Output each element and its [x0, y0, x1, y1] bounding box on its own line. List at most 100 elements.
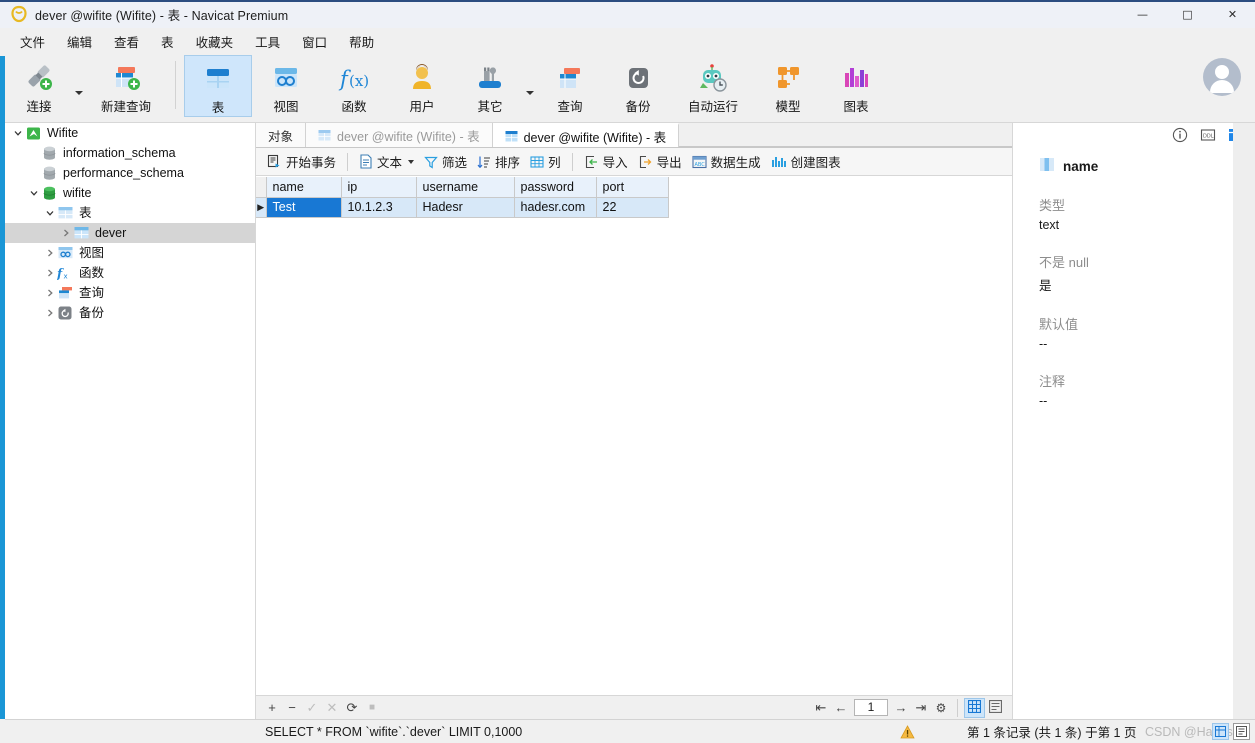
chevron-right-icon[interactable] [43, 266, 57, 280]
toolbar-button-chart[interactable]: 图表 [822, 55, 890, 117]
property-field: 默认值 -- [1039, 314, 1255, 351]
menu-window[interactable]: 窗口 [291, 28, 338, 55]
tree-item-label: information_schema [63, 146, 176, 160]
text-dropdown-caret-icon[interactable] [408, 159, 415, 164]
table-cell[interactable]: 22 [596, 197, 669, 218]
tree-item-node9[interactable]: 备份 [5, 303, 255, 323]
tree-item-information_schema[interactable]: information_schema [5, 143, 255, 163]
menu-view[interactable]: 查看 [103, 28, 150, 55]
column-header[interactable]: password [514, 177, 597, 198]
tree-item-dever[interactable]: dever [5, 223, 255, 243]
chevron-down-icon[interactable] [27, 186, 41, 200]
grid-footer: + − ✓ ✕ ⟳ ■ ⇤ ← 1 → ⇥ ⚙ [256, 695, 1012, 719]
chevron-right-icon[interactable] [43, 306, 57, 320]
others-dropdown-caret-icon[interactable] [524, 55, 536, 117]
warning-icon[interactable] [900, 724, 915, 739]
begin-transaction-button[interactable]: 开始事务 [262, 149, 341, 174]
table-cell[interactable]: Hadesr [416, 197, 515, 218]
grid-toolbar-label: 创建图表 [790, 156, 841, 170]
menu-file[interactable]: 文件 [9, 28, 56, 55]
menu-table[interactable]: 表 [150, 28, 185, 55]
tab-table-active[interactable]: dever @wifite (Wifite) - 表 [492, 123, 680, 147]
next-page-button[interactable]: → [891, 698, 911, 718]
sort-icon [477, 155, 491, 169]
column-header[interactable]: port [596, 177, 669, 198]
tree-item-node7[interactable]: f x 函数 [5, 263, 255, 283]
menu-help[interactable]: 帮助 [338, 28, 385, 55]
tree-twisty-empty [27, 146, 41, 160]
export-button[interactable]: 导出 [633, 149, 687, 174]
chevron-right-icon[interactable] [43, 286, 57, 300]
stop-button[interactable]: ■ [362, 698, 382, 718]
data-generation-button[interactable]: ABC 数据生成 [687, 149, 766, 174]
toolbar-button-query[interactable]: 查询 [536, 55, 604, 117]
chevron-right-icon[interactable] [59, 226, 73, 240]
sort-button[interactable]: 排序 [472, 149, 525, 174]
grid-view-toggle[interactable] [964, 697, 985, 718]
tab-objects[interactable]: 对象 [256, 123, 307, 147]
text-button[interactable]: 文本 [354, 149, 419, 174]
chevron-down-icon[interactable] [11, 126, 25, 140]
last-page-button[interactable]: ⇥ [911, 698, 931, 718]
chevron-right-icon[interactable] [43, 246, 57, 260]
tab-table-inactive[interactable]: dever @wifite (Wifite) - 表 [306, 123, 493, 147]
tree-item-Wifite[interactable]: Wifite [5, 123, 255, 143]
filter-button[interactable]: 筛选 [419, 149, 472, 174]
object-tree-sidebar[interactable]: Wifite information_schema performance_sche… [5, 123, 255, 719]
toolbar-button-table[interactable]: 表 [184, 55, 252, 117]
columns-button[interactable]: 列 [525, 149, 566, 174]
page-number-input[interactable]: 1 [854, 699, 888, 716]
data-grid[interactable]: name ip username password port ▶ Test 10.1.2.3… [256, 177, 1012, 695]
toolbar-label: 模型 [775, 100, 801, 114]
toolbar-button-backup[interactable]: 备份 [604, 55, 672, 117]
filter-icon [424, 155, 438, 169]
grid-settings-button[interactable]: ⚙ [931, 698, 951, 718]
main-toolbar: 连接 新建查询 表 视图 f (x) 函数 用户 其它 查询 备份 自动运行 模… [5, 55, 1255, 123]
first-page-button[interactable]: ⇤ [811, 698, 831, 718]
ddl-icon[interactable]: DDL [1199, 126, 1217, 144]
table-cell[interactable]: 10.1.2.3 [341, 197, 417, 218]
table-row[interactable]: ▶ Test 10.1.2.3 Hadesr hadesr.com 22 [256, 197, 669, 218]
chevron-down-icon[interactable] [43, 206, 57, 220]
minimize-button[interactable]: — [1120, 0, 1165, 28]
table-cell[interactable]: Test [266, 197, 342, 218]
toolbar-button-model[interactable]: 模型 [754, 55, 822, 117]
menu-edit[interactable]: 编辑 [56, 28, 103, 55]
toolbar-button-function[interactable]: f (x) 函数 [320, 55, 388, 117]
delete-record-button[interactable]: − [282, 698, 302, 718]
table-cell[interactable]: hadesr.com [514, 197, 597, 218]
menu-favorites[interactable]: 收藏夹 [185, 28, 245, 55]
toolbar-button-automation[interactable]: 自动运行 [672, 55, 754, 117]
toolbar-button-new-query[interactable]: 新建查询 [85, 55, 167, 117]
toolbar-button-others[interactable]: 其它 [456, 55, 524, 117]
toolbar-button-user[interactable]: 用户 [388, 55, 456, 117]
menu-tools[interactable]: 工具 [244, 28, 291, 55]
column-header[interactable]: username [416, 177, 515, 198]
column-header[interactable]: name [266, 177, 342, 198]
property-value: -- [1039, 337, 1048, 351]
tree-item-node6[interactable]: 视图 [5, 243, 255, 263]
info-icon[interactable] [1171, 126, 1189, 144]
user-avatar[interactable] [1203, 58, 1241, 96]
import-button[interactable]: 导入 [579, 149, 633, 174]
column-header[interactable]: ip [341, 177, 417, 198]
create-chart-button[interactable]: 创建图表 [766, 149, 846, 174]
toolbar-button-view[interactable]: 视图 [252, 55, 320, 117]
tree-item-node4[interactable]: 表 [5, 203, 255, 223]
maximize-button[interactable]: □ [1165, 0, 1210, 28]
tree-item-performance_schema[interactable]: performance_schema [5, 163, 255, 183]
prev-page-button[interactable]: ← [831, 698, 851, 718]
discard-change-button[interactable]: ✕ [322, 698, 342, 718]
tree-item-wifite[interactable]: wifite [5, 183, 255, 203]
form-view-toggle[interactable] [985, 698, 1006, 718]
gear-icon: ⚙ [935, 700, 947, 715]
status-grid-toggle[interactable] [1212, 723, 1229, 740]
tree-item-node8[interactable]: 查询 [5, 283, 255, 303]
connection-dropdown-caret-icon[interactable] [73, 55, 85, 117]
apply-change-button[interactable]: ✓ [302, 698, 322, 718]
close-button[interactable]: ✕ [1210, 0, 1255, 28]
add-record-button[interactable]: + [262, 698, 282, 718]
status-form-toggle[interactable] [1233, 723, 1250, 740]
toolbar-button-connection[interactable]: 连接 [5, 55, 73, 117]
refresh-button[interactable]: ⟳ [342, 698, 362, 718]
